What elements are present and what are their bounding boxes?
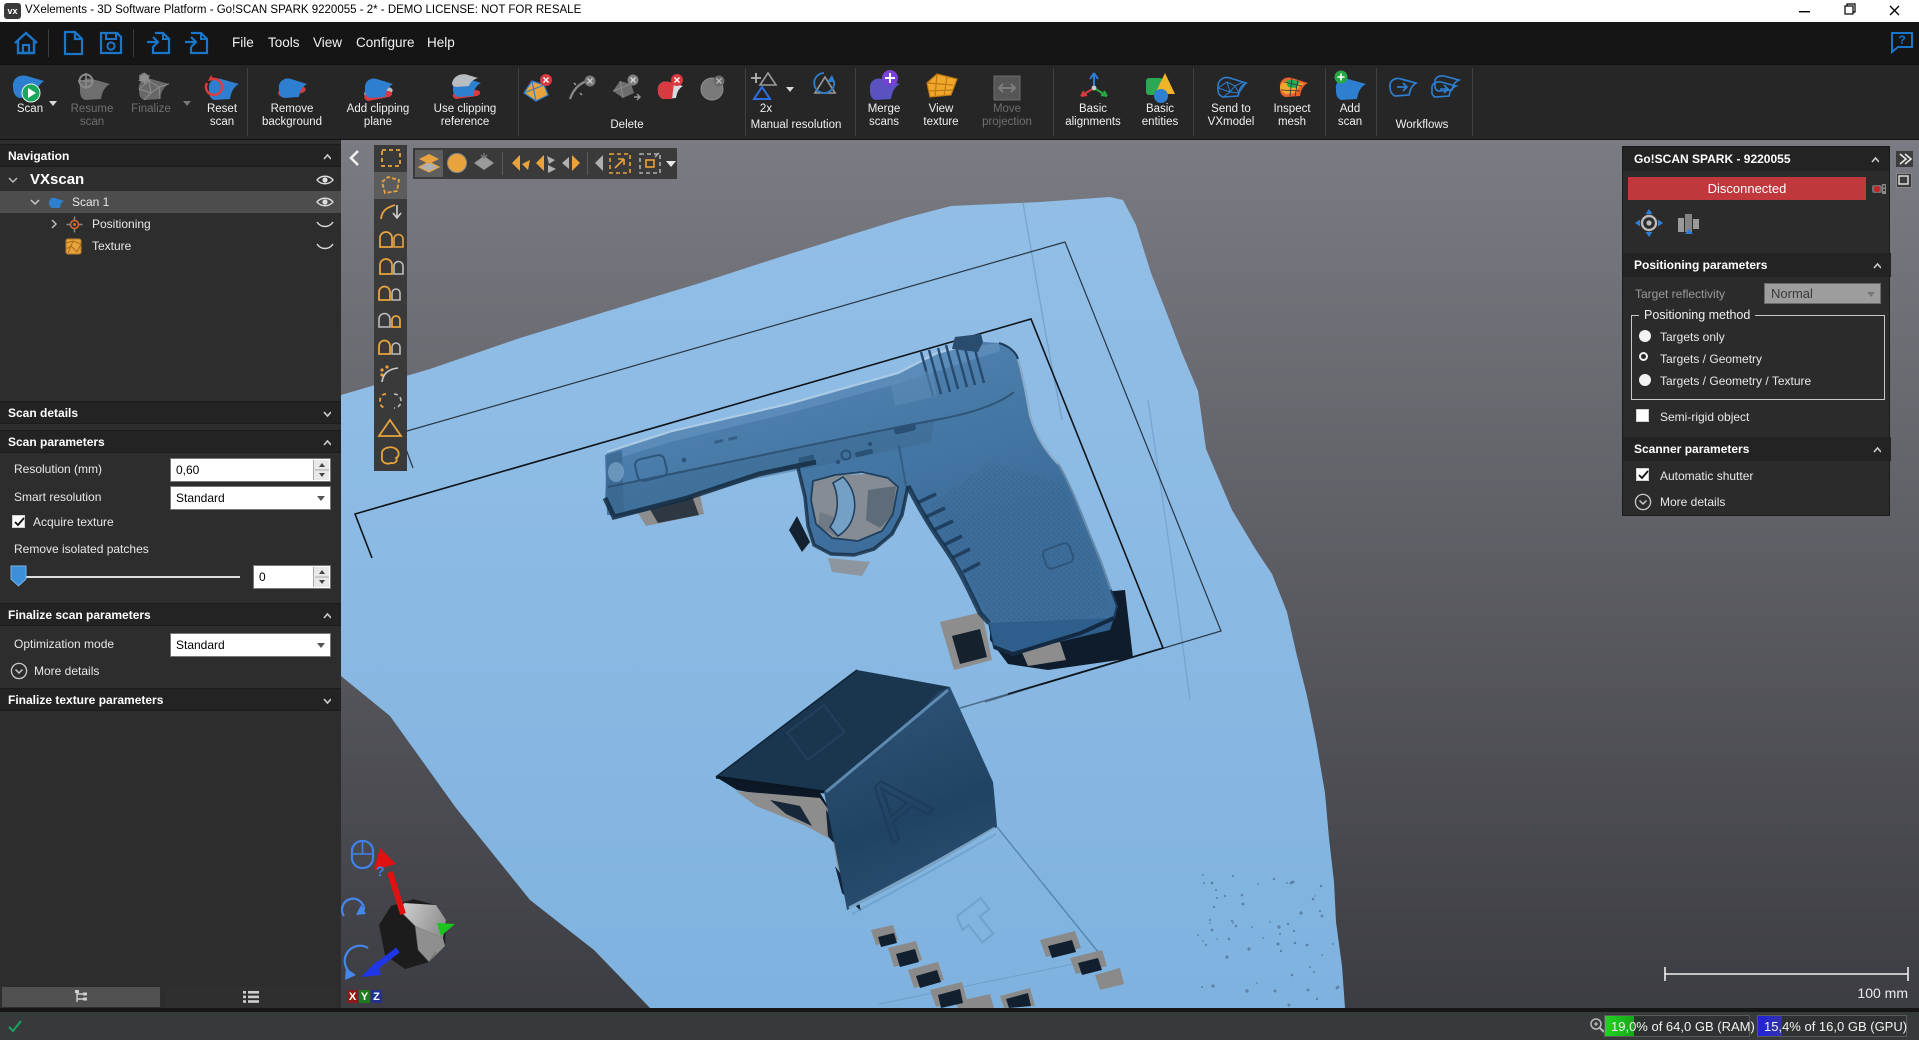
- svg-text:X: X: [349, 991, 357, 1003]
- svg-text:?: ?: [376, 863, 385, 879]
- svg-text:Z: Z: [373, 991, 380, 1003]
- svg-text:?: ?: [1898, 33, 1905, 47]
- svg-text:Y: Y: [361, 991, 369, 1003]
- svg-text:100 mm: 100 mm: [1857, 985, 1908, 1001]
